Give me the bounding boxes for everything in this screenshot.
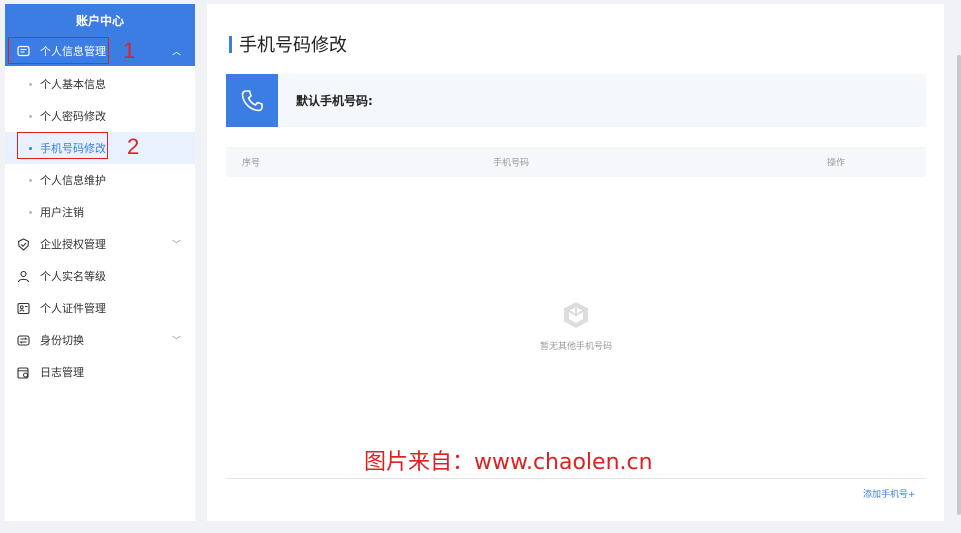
phone-icon [226,74,278,127]
page-title: 手机号码修改 [229,31,347,57]
bullet-icon [29,178,32,182]
menu-item-logs[interactable]: 日志管理 [5,356,195,388]
switch-icon [16,333,30,347]
annotation-number-1: 1 [123,38,136,63]
submenu-label: 个人信息维护 [40,174,106,187]
column-header-action: 操作 [827,158,846,169]
table-header: 序号 手机号码 操作 [226,147,926,177]
submenu-label: 个人基本信息 [40,78,106,91]
chevron-down-icon: ﹀ [171,336,181,347]
menu-label: 个人实名等级 [40,270,106,283]
chevron-up-icon: ︿ [171,47,181,58]
menu-item-realname-level[interactable]: 个人实名等级 [5,260,195,292]
annotation-box-1 [8,37,109,64]
empty-text: 暂无其他手机号码 [539,342,612,352]
submenu-item-deregister[interactable]: 用户注销 [5,196,195,228]
page-title-text: 手机号码修改 [239,35,347,56]
menu-label: 日志管理 [40,366,84,379]
menu-item-identity-switch[interactable]: 身份切换 ﹀ [5,324,195,356]
bullet-icon [29,82,32,86]
menu-item-enterprise-auth[interactable]: 企业授权管理 ﹀ [5,228,195,260]
column-header-index: 序号 [242,158,261,169]
submenu-item-basic-info[interactable]: 个人基本信息 [5,68,195,100]
default-phone-label: 默认手机号码: [296,94,373,108]
add-phone-button[interactable]: 添加手机号+ [863,487,916,500]
menu-label: 身份切换 [40,334,84,347]
empty-box-icon [226,299,926,331]
annotation-box-2 [17,132,108,159]
column-header-phone: 手机号码 [493,158,530,169]
bullet-icon [29,210,32,214]
watermark-text: 图片来自：www.chaolen.cn [364,450,653,475]
chevron-down-icon: ﹀ [171,240,181,251]
menu-label: 企业授权管理 [40,238,106,251]
menu-item-id-docs[interactable]: 个人证件管理 [5,292,195,324]
annotation-number-2: 2 [127,134,140,159]
submenu-label: 用户注销 [40,206,84,219]
divider [226,478,926,479]
scrollbar[interactable] [957,55,961,515]
bullet-icon [29,114,32,118]
default-phone-card: 默认手机号码: [226,74,926,127]
submenu-label: 个人密码修改 [40,110,106,123]
menu-label: 个人证件管理 [40,302,106,315]
log-calendar-icon [16,365,30,379]
title-accent-bar [229,35,232,53]
shield-check-icon [16,237,30,251]
sidebar-title: 账户中心 [5,4,195,36]
person-icon [16,269,30,283]
id-card-icon [16,301,30,315]
submenu-item-password[interactable]: 个人密码修改 [5,100,195,132]
sidebar: 账户中心 个人信息管理 ︿ 个人基本信息 个人密码修改 手机号码修改 个人信息维… [5,4,195,521]
submenu-item-maintain[interactable]: 个人信息维护 [5,164,195,196]
empty-state: 暂无其他手机号码 [226,299,926,352]
